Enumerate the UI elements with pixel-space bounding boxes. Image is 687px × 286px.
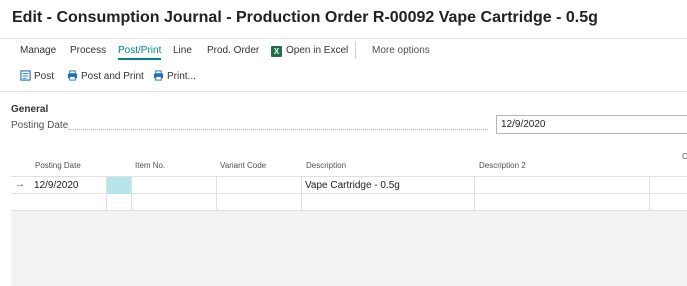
post-and-print-label: Post and Print xyxy=(81,71,144,82)
cell-posting-date[interactable]: 12/9/2020 xyxy=(31,177,107,194)
cell-variant-code[interactable] xyxy=(217,177,302,194)
post-and-print-icon xyxy=(67,70,78,81)
page-title: Edit - Consumption Journal - Production … xyxy=(12,9,598,26)
col-item-no[interactable]: Item No. xyxy=(135,161,165,170)
menu-open-in-excel[interactable]: X Open in Excel xyxy=(271,45,348,57)
post-button[interactable]: Post xyxy=(20,70,54,82)
menu-process[interactable]: Process xyxy=(70,45,106,56)
post-icon xyxy=(20,70,31,81)
cell-type[interactable] xyxy=(107,177,132,194)
menu-more-options[interactable]: More options xyxy=(372,45,430,56)
cell-description-2[interactable] xyxy=(475,177,650,194)
printer-icon xyxy=(153,70,164,81)
menu-bar: Manage Process Post/Print Line Prod. Ord… xyxy=(0,38,687,62)
menu-manage[interactable]: Manage xyxy=(20,45,56,56)
cell-empty[interactable] xyxy=(475,194,650,211)
table-row[interactable]: → 12/9/2020 Vape Cartridge - 0.5g xyxy=(11,177,687,194)
menu-separator xyxy=(355,41,356,59)
post-and-print-button[interactable]: Post and Print xyxy=(67,70,144,82)
cell-empty[interactable] xyxy=(302,194,475,211)
col-variant-code[interactable]: Variant Code xyxy=(220,161,266,170)
grid-header: Posting Date Item No. Variant Code Descr… xyxy=(11,150,687,176)
general-section-heading: General xyxy=(11,104,49,115)
print-button[interactable]: Print... xyxy=(153,70,196,82)
cell-empty[interactable] xyxy=(650,194,687,211)
print-label: Print... xyxy=(167,71,196,82)
field-leader-dots xyxy=(68,129,488,130)
col-description[interactable]: Description xyxy=(306,161,346,170)
cell-extra[interactable] xyxy=(650,177,687,194)
menu-post-print[interactable]: Post/Print xyxy=(118,45,162,60)
table-row-empty[interactable] xyxy=(11,194,687,211)
divider xyxy=(0,91,687,92)
grid-body: → 12/9/2020 Vape Cartridge - 0.5g xyxy=(11,176,687,286)
menu-prod-order[interactable]: Prod. Order xyxy=(207,45,259,56)
action-bar: Post Post and Print Print... xyxy=(0,66,687,88)
row-arrow-icon: → xyxy=(15,179,25,190)
cell-empty[interactable] xyxy=(107,194,132,211)
cell-empty[interactable] xyxy=(132,194,217,211)
posting-date-input[interactable] xyxy=(496,115,687,134)
cell-empty[interactable] xyxy=(217,194,302,211)
col-truncated[interactable]: C xyxy=(682,152,687,161)
excel-icon: X xyxy=(271,46,282,57)
col-posting-date[interactable]: Posting Date xyxy=(35,161,81,170)
col-description-2[interactable]: Description 2 xyxy=(479,161,526,170)
journal-lines-grid: Posting Date Item No. Variant Code Descr… xyxy=(11,150,687,286)
open-in-excel-label: Open in Excel xyxy=(286,45,349,56)
cell-description[interactable]: Vape Cartridge - 0.5g xyxy=(302,177,475,194)
cell-empty[interactable] xyxy=(31,194,107,211)
post-label: Post xyxy=(34,71,55,82)
posting-date-label: Posting Date xyxy=(11,120,69,131)
cell-item-no[interactable] xyxy=(132,177,217,194)
menu-line[interactable]: Line xyxy=(173,45,192,56)
